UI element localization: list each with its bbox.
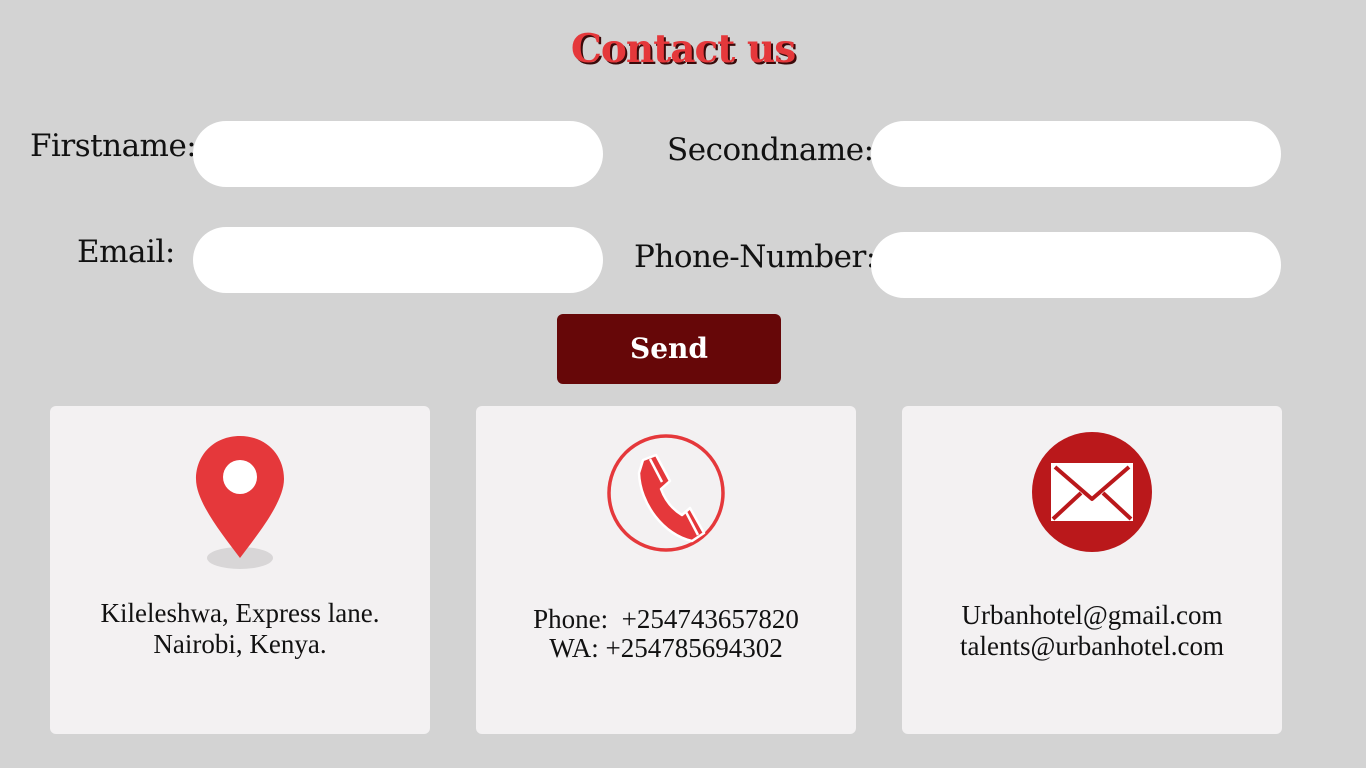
- phone-number-input[interactable]: [871, 232, 1281, 298]
- page-title: Contact us: [570, 26, 796, 72]
- firstname-label: Firstname:: [30, 128, 197, 164]
- location-card: Kileleshwa, Express lane. Nairobi, Kenya…: [50, 406, 430, 734]
- secondname-label: Secondname:: [667, 132, 874, 168]
- phone-card: Phone: +254743657820 WA: +254785694302: [476, 406, 856, 734]
- email-label: Email:: [77, 234, 175, 270]
- phone-line-2: WA: +254785694302: [549, 633, 783, 663]
- send-button[interactable]: Send: [557, 314, 781, 384]
- envelope-icon: [902, 431, 1282, 553]
- email-card: Urbanhotel@gmail.com talents@urbanhotel.…: [902, 406, 1282, 734]
- location-line-1: Kileleshwa, Express lane.: [100, 598, 380, 628]
- firstname-input[interactable]: [193, 121, 603, 187]
- email-line-2: talents@urbanhotel.com: [959, 631, 1225, 661]
- phone-line-1: Phone: +254743657820: [533, 604, 799, 634]
- secondname-input[interactable]: [871, 121, 1281, 187]
- phone-icon: [476, 433, 856, 553]
- phone-number-label: Phone-Number:: [634, 239, 876, 275]
- email-input[interactable]: [193, 227, 603, 293]
- email-line-1: Urbanhotel@gmail.com: [961, 600, 1223, 630]
- location-line-2: Nairobi, Kenya.: [153, 629, 327, 659]
- location-pin-icon: [50, 434, 430, 574]
